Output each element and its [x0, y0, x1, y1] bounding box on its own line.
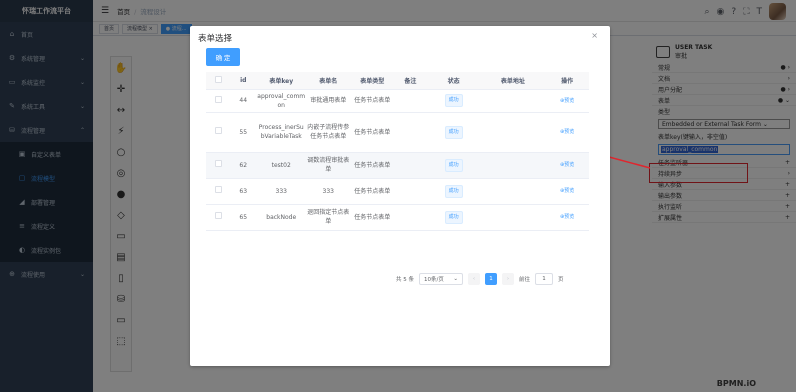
- cell-status: 成功: [426, 112, 481, 153]
- column-header: 表单名: [306, 72, 351, 90]
- cell-key: backNode: [256, 204, 307, 231]
- select-all-checkbox[interactable]: [214, 75, 222, 83]
- status-badge: 成功: [444, 158, 463, 172]
- cell-remark: [394, 89, 427, 113]
- row-checkbox-cell: [206, 152, 231, 179]
- cell-id: 65: [230, 204, 257, 231]
- pagination: 共 5 条 10条/页 ⌄ ‹ 1 › 前往 1 页: [396, 273, 564, 285]
- cell-status: 成功: [426, 178, 481, 205]
- row-checkbox[interactable]: [214, 212, 222, 219]
- confirm-button[interactable]: 确 定: [206, 48, 240, 66]
- next-page-button[interactable]: ›: [502, 273, 514, 285]
- cell-remark: [394, 112, 427, 153]
- table-row[interactable]: 62 test02 调数流程审批表单 任务节点表单 成功 ⊕预览: [206, 152, 589, 179]
- table-row[interactable]: 55 Process_inerSubVariableTask 内嵌子流程传参任务节点…: [206, 112, 589, 153]
- status-badge: 成功: [444, 125, 463, 139]
- cell-operation: ⊕预览: [545, 178, 589, 205]
- cell-address: [480, 152, 546, 179]
- table-row[interactable]: 44 approval_common 审批通用表单 任务节点表单 成功 ⊕预览: [206, 89, 589, 113]
- column-header: 备注: [394, 72, 427, 90]
- cell-operation: ⊕预览: [545, 112, 589, 153]
- cell-address: [480, 178, 546, 205]
- cell-key: 333: [256, 178, 307, 205]
- prev-page-button[interactable]: ‹: [468, 273, 480, 285]
- cell-key: approval_common: [256, 89, 307, 113]
- column-header: 状态: [426, 72, 481, 90]
- cell-operation: ⊕预览: [545, 204, 589, 231]
- status-badge: 成功: [444, 184, 463, 198]
- cell-address: [480, 112, 546, 153]
- cell-operation: ⊕预览: [545, 89, 589, 113]
- cell-key: Process_inerSubVariableTask: [256, 112, 307, 153]
- cell-name: 调数流程审批表单: [306, 152, 351, 179]
- row-checkbox[interactable]: [214, 186, 222, 193]
- column-header: 操作: [545, 72, 589, 90]
- page-number[interactable]: 1: [485, 273, 497, 285]
- cell-key: test02: [256, 152, 307, 179]
- dialog-title: 表单选择: [198, 34, 233, 44]
- cell-type: 任务节点表单: [350, 89, 395, 113]
- preview-link[interactable]: ⊕预览: [560, 162, 574, 168]
- column-header: 表单类型: [350, 72, 395, 90]
- chevron-down-icon: ⌄: [453, 276, 458, 282]
- goto-label: 前往: [519, 277, 531, 283]
- table-row[interactable]: 63 333 333 任务节点表单 成功 ⊕预览: [206, 178, 589, 205]
- cell-id: 62: [230, 152, 257, 179]
- row-checkbox-cell: [206, 178, 231, 205]
- form-table: id 表单key 表单名 表单类型 备注 状态 表单地址 操作 44 approval_comm…: [206, 72, 589, 231]
- column-header: [206, 72, 231, 90]
- page-size-select[interactable]: 10条/页 ⌄: [419, 273, 463, 285]
- cell-name: 333: [306, 178, 351, 205]
- row-checkbox[interactable]: [214, 127, 222, 134]
- cell-remark: [394, 204, 427, 231]
- cell-type: 任务节点表单: [350, 178, 395, 205]
- row-checkbox-cell: [206, 112, 231, 153]
- cell-name: 内嵌子流程传参任务节点表单: [306, 112, 351, 153]
- status-badge: 成功: [444, 210, 463, 224]
- cell-id: 63: [230, 178, 257, 205]
- cell-operation: ⊕预览: [545, 152, 589, 179]
- table-body: 44 approval_common 审批通用表单 任务节点表单 成功 ⊕预览 55 Proc…: [206, 89, 589, 231]
- column-header: 表单地址: [480, 72, 546, 90]
- row-checkbox-cell: [206, 204, 231, 231]
- preview-link[interactable]: ⊕预览: [560, 129, 574, 135]
- row-checkbox-cell: [206, 89, 231, 113]
- cell-address: [480, 89, 546, 113]
- goto-input[interactable]: 1: [535, 273, 554, 285]
- page-unit: 页: [558, 277, 564, 283]
- cell-type: 任务节点表单: [350, 204, 395, 231]
- table-row[interactable]: 65 backNode 退回指定节点表单 任务节点表单 成功 ⊕预览: [206, 204, 589, 231]
- cell-name: 审批通用表单: [306, 89, 351, 113]
- cell-address: [480, 204, 546, 231]
- cell-status: 成功: [426, 89, 481, 113]
- cell-type: 任务节点表单: [350, 112, 395, 153]
- table-header: id 表单key 表单名 表单类型 备注 状态 表单地址 操作: [206, 72, 589, 90]
- status-badge: 成功: [444, 94, 463, 107]
- row-checkbox[interactable]: [214, 95, 222, 103]
- preview-link[interactable]: ⊕预览: [560, 214, 574, 220]
- form-select-dialog: 表单选择 × 确 定 id 表单key 表单名 表单类型 备注 状态 表单地址 操作 44 ap…: [190, 26, 610, 366]
- cell-id: 44: [230, 89, 257, 113]
- cell-remark: [394, 178, 427, 205]
- app-root: 怀瑞工作流平台 ⌂首页⚙系统管理⌄▭系统监控⌄✎系统工具⌄⛁流程管理⌃▣自定义表…: [0, 0, 796, 392]
- row-checkbox[interactable]: [214, 160, 222, 167]
- cell-status: 成功: [426, 204, 481, 231]
- preview-link[interactable]: ⊕预览: [560, 98, 574, 104]
- column-header: 表单key: [256, 72, 307, 90]
- cell-status: 成功: [426, 152, 481, 179]
- cell-name: 退回指定节点表单: [306, 204, 351, 231]
- cell-id: 55: [230, 112, 257, 153]
- column-header: id: [230, 72, 257, 90]
- cell-type: 任务节点表单: [350, 152, 395, 179]
- cell-remark: [394, 152, 427, 179]
- close-icon[interactable]: ×: [591, 31, 598, 40]
- pager-total: 共 5 条: [396, 277, 414, 283]
- preview-link[interactable]: ⊕预览: [560, 188, 574, 194]
